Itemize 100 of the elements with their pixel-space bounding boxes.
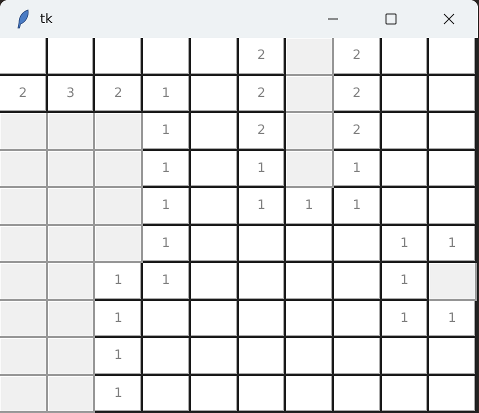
revealed-cell — [48, 300, 96, 338]
grid-cell[interactable]: 2 — [334, 38, 382, 76]
grid-cell[interactable] — [334, 376, 382, 413]
revealed-cell — [95, 113, 144, 150]
revealed-cell — [286, 113, 334, 150]
grid-cell[interactable]: 1 — [429, 300, 477, 338]
grid-cell[interactable] — [48, 38, 96, 76]
grid-cell[interactable] — [190, 113, 238, 150]
grid-cell[interactable]: 1 — [429, 226, 477, 263]
revealed-cell — [48, 113, 96, 150]
grid-cell[interactable]: 1 — [382, 300, 430, 338]
grid-cell[interactable] — [382, 338, 430, 376]
revealed-cell — [95, 188, 144, 226]
revealed-cell — [0, 376, 48, 413]
grid-cell[interactable]: 2 — [238, 76, 286, 113]
grid-cell[interactable] — [238, 376, 286, 413]
revealed-cell — [95, 226, 144, 263]
revealed-cell — [48, 376, 96, 413]
grid-cell[interactable]: 1 — [95, 338, 144, 376]
maximize-icon — [385, 13, 397, 25]
grid-cell[interactable]: 1 — [143, 113, 191, 150]
grid-cell[interactable] — [143, 338, 191, 376]
revealed-cell — [0, 150, 48, 188]
grid-cell[interactable] — [382, 150, 430, 188]
grid-cell[interactable]: 1 — [334, 150, 382, 188]
grid-cell[interactable] — [190, 76, 238, 113]
grid-cell[interactable] — [286, 376, 334, 413]
grid-cell[interactable]: 1 — [143, 150, 191, 188]
revealed-cell — [0, 263, 48, 300]
grid-cell[interactable] — [334, 263, 382, 300]
revealed-cell — [48, 226, 96, 263]
grid-cell[interactable] — [334, 338, 382, 376]
grid-cell[interactable] — [190, 263, 238, 300]
revealed-cell — [0, 300, 48, 338]
grid-cell[interactable]: 2 — [0, 76, 48, 113]
revealed-cell — [0, 113, 48, 150]
grid-cell[interactable] — [190, 338, 238, 376]
close-icon — [443, 13, 455, 25]
revealed-cell — [286, 76, 334, 113]
grid-cell[interactable]: 1 — [143, 226, 191, 263]
grid-cell[interactable]: 2 — [334, 76, 382, 113]
grid-cell[interactable] — [429, 150, 477, 188]
grid-cell[interactable] — [286, 263, 334, 300]
grid-cell[interactable] — [238, 300, 286, 338]
grid-cell[interactable] — [429, 76, 477, 113]
grid-cell[interactable] — [334, 300, 382, 338]
grid-cell[interactable] — [286, 226, 334, 263]
grid-cell[interactable] — [382, 38, 430, 76]
grid-cell[interactable]: 1 — [334, 188, 382, 226]
grid-cell[interactable] — [382, 76, 430, 113]
grid-cell[interactable] — [334, 226, 382, 263]
grid-cell[interactable] — [238, 226, 286, 263]
grid-cell[interactable]: 2 — [238, 113, 286, 150]
grid-cell[interactable]: 2 — [238, 38, 286, 76]
grid-cell[interactable] — [0, 38, 48, 76]
grid-cell[interactable]: 1 — [382, 263, 430, 300]
grid-cell[interactable] — [190, 226, 238, 263]
grid-cell[interactable]: 1 — [286, 188, 334, 226]
window-title: tk — [40, 12, 54, 26]
grid-cell[interactable] — [143, 38, 191, 76]
grid-cell[interactable]: 1 — [143, 188, 191, 226]
grid-cell[interactable] — [286, 338, 334, 376]
revealed-cell — [0, 188, 48, 226]
grid-cell[interactable]: 1 — [238, 188, 286, 226]
grid-cell[interactable] — [429, 376, 477, 413]
grid-cell[interactable] — [190, 376, 238, 413]
grid-cell[interactable] — [190, 300, 238, 338]
grid-cell[interactable]: 2 — [334, 113, 382, 150]
grid-cell[interactable] — [382, 188, 430, 226]
grid-cell[interactable] — [143, 376, 191, 413]
feather-icon — [16, 9, 30, 29]
revealed-cell — [48, 338, 96, 376]
grid-cell[interactable]: 2 — [95, 76, 144, 113]
grid-cell[interactable] — [95, 38, 144, 76]
grid-cell[interactable] — [429, 338, 477, 376]
grid-cell[interactable] — [190, 150, 238, 188]
grid-cell[interactable] — [429, 113, 477, 150]
grid-cell[interactable]: 1 — [95, 376, 144, 413]
grid-cell[interactable]: 1 — [95, 263, 144, 300]
grid-cell[interactable] — [382, 376, 430, 413]
grid-cell[interactable]: 1 — [238, 150, 286, 188]
grid-cell[interactable] — [143, 300, 191, 338]
grid-cell[interactable] — [190, 188, 238, 226]
revealed-cell — [48, 263, 96, 300]
grid-cell[interactable] — [429, 38, 477, 76]
revealed-cell — [48, 150, 96, 188]
grid-cell[interactable] — [382, 113, 430, 150]
grid-cell[interactable]: 1 — [143, 76, 191, 113]
grid-cell[interactable]: 3 — [48, 76, 96, 113]
grid-cell[interactable] — [238, 338, 286, 376]
grid-cell[interactable]: 1 — [382, 226, 430, 263]
revealed-cell — [429, 263, 477, 300]
grid-cell[interactable]: 1 — [143, 263, 191, 300]
grid-cell[interactable] — [238, 263, 286, 300]
grid-cell[interactable]: 1 — [95, 300, 144, 338]
revealed-cell — [0, 226, 48, 263]
grid-cell[interactable] — [286, 300, 334, 338]
grid-cell[interactable] — [190, 38, 238, 76]
grid-cell[interactable] — [429, 188, 477, 226]
revealed-cell — [95, 150, 144, 188]
